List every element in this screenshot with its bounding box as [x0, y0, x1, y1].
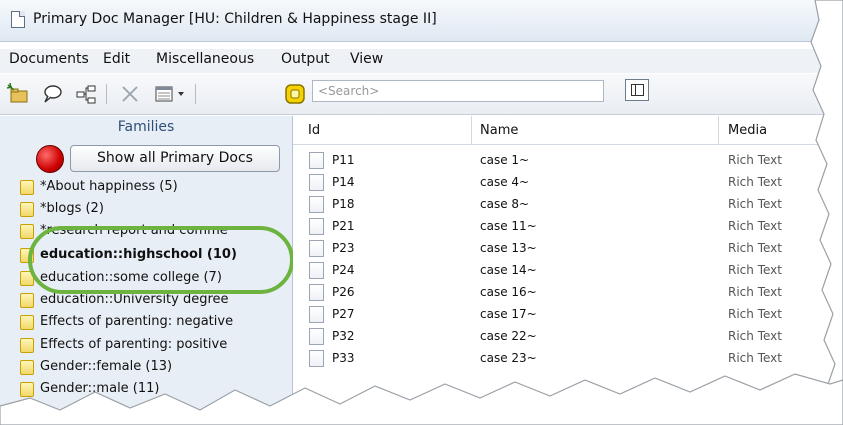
table-row[interactable]: P26 case 16~ Rich Text — [293, 282, 843, 304]
family-icon — [20, 315, 34, 330]
family-item[interactable]: Effects of parenting: positive — [20, 336, 290, 356]
family-label: education::University degree — [40, 292, 229, 307]
document-icon — [309, 306, 324, 323]
row-id: P23 — [332, 241, 355, 255]
menu-output[interactable]: Output — [281, 51, 330, 67]
family-item[interactable]: Effects of parenting: negative — [20, 313, 290, 333]
document-icon — [309, 174, 324, 191]
family-icon — [20, 338, 34, 353]
row-media: Rich Text — [728, 219, 782, 233]
family-icon — [20, 224, 34, 239]
row-id: P33 — [332, 351, 355, 365]
row-name: case 17~ — [480, 307, 537, 321]
document-icon — [309, 262, 324, 279]
pane-right — [635, 84, 644, 96]
title-bar: Primary Doc Manager [HU: Children & Happ… — [0, 0, 843, 42]
column-header-id[interactable]: Id — [308, 123, 320, 138]
row-media: Rich Text — [728, 285, 782, 299]
family-item[interactable]: *About happiness (5) — [20, 178, 290, 198]
primary-doc-manager-window: Primary Doc Manager [HU: Children & Happ… — [0, 0, 843, 425]
table-row[interactable]: P32 case 22~ Rich Text — [293, 326, 843, 348]
document-icon — [309, 152, 324, 169]
table-row[interactable]: P14 case 4~ Rich Text — [293, 172, 843, 194]
row-media: Rich Text — [728, 351, 782, 365]
row-name: case 1~ — [480, 153, 530, 167]
table-row[interactable]: P21 case 11~ Rich Text — [293, 216, 843, 238]
row-id: P27 — [332, 307, 355, 321]
stop-filter-icon[interactable] — [36, 145, 64, 173]
highlight-ellipse — [28, 226, 294, 294]
column-divider — [471, 116, 472, 144]
split-pane-icon[interactable] — [625, 79, 649, 101]
row-media: Rich Text — [728, 263, 782, 277]
row-media: Rich Text — [728, 329, 782, 343]
row-name: case 4~ — [480, 175, 530, 189]
row-media: Rich Text — [728, 241, 782, 255]
family-label: *blogs (2) — [40, 201, 104, 216]
row-media: Rich Text — [728, 153, 782, 167]
row-id: P14 — [332, 175, 355, 189]
list-view-dropdown-icon[interactable] — [154, 82, 190, 106]
table-row[interactable]: P27 case 17~ Rich Text — [293, 304, 843, 326]
filter-icon[interactable] — [283, 82, 307, 106]
document-icon — [309, 284, 324, 301]
torn-edge-right — [810, 0, 843, 425]
row-media: Rich Text — [728, 175, 782, 189]
document-icon — [309, 240, 324, 257]
document-icon — [11, 11, 25, 28]
table-row[interactable]: P33 case 23~ Rich Text — [293, 348, 843, 370]
column-divider — [718, 116, 719, 144]
row-name: case 11~ — [480, 219, 537, 233]
row-id: P11 — [332, 153, 355, 167]
family-item[interactable]: *blogs (2) — [20, 200, 290, 220]
row-media: Rich Text — [728, 197, 782, 211]
delete-icon[interactable] — [118, 82, 142, 106]
table-row[interactable]: P11 case 1~ Rich Text — [293, 150, 843, 172]
torn-edge-bottom — [0, 373, 843, 425]
document-icon — [309, 350, 324, 367]
row-id: P26 — [332, 285, 355, 299]
family-label: Effects of parenting: negative — [40, 314, 234, 329]
table-row[interactable]: P23 case 13~ Rich Text — [293, 238, 843, 260]
row-name: case 8~ — [480, 197, 530, 211]
new-document-icon[interactable] — [6, 82, 30, 106]
column-header-name[interactable]: Name — [480, 123, 518, 138]
row-name: case 23~ — [480, 351, 537, 365]
menu-miscellaneous[interactable]: Miscellaneous — [156, 51, 254, 67]
column-header-media[interactable]: Media — [728, 123, 767, 138]
table-row[interactable]: P18 case 8~ Rich Text — [293, 194, 843, 216]
table-row[interactable]: P24 case 14~ Rich Text — [293, 260, 843, 282]
row-id: P24 — [332, 263, 355, 277]
family-label: *About happiness (5) — [40, 179, 178, 194]
document-icon — [309, 196, 324, 213]
menu-documents[interactable]: Documents — [9, 51, 89, 67]
document-icon — [309, 328, 324, 345]
families-title: Families — [117, 119, 175, 135]
row-id: P21 — [332, 219, 355, 233]
family-icon — [20, 202, 34, 217]
show-all-primary-docs-button[interactable]: Show all Primary Docs — [70, 145, 280, 172]
window-title: Primary Doc Manager [HU: Children & Happ… — [33, 11, 437, 27]
row-name: case 16~ — [480, 285, 537, 299]
network-icon[interactable] — [74, 82, 98, 106]
row-name: case 13~ — [480, 241, 537, 255]
header-divider — [293, 144, 843, 145]
document-icon — [309, 218, 324, 235]
menu-bar: Documents Edit Miscellaneous Output View — [0, 49, 843, 73]
comment-icon[interactable] — [40, 82, 64, 106]
row-name: case 22~ — [480, 329, 537, 343]
family-icon — [20, 293, 34, 308]
row-name: case 14~ — [480, 263, 537, 277]
menu-edit[interactable]: Edit — [103, 51, 130, 67]
family-item[interactable]: education::University degree — [20, 291, 290, 311]
row-id: P18 — [332, 197, 355, 211]
menu-view[interactable]: View — [350, 51, 383, 67]
toolbar-separator — [106, 84, 107, 104]
family-label: Effects of parenting: positive — [40, 337, 228, 352]
toolbar-separator — [195, 84, 196, 104]
family-icon — [20, 180, 34, 195]
row-media: Rich Text — [728, 307, 782, 321]
row-id: P32 — [332, 329, 355, 343]
search-input[interactable]: <Search> — [312, 80, 604, 102]
